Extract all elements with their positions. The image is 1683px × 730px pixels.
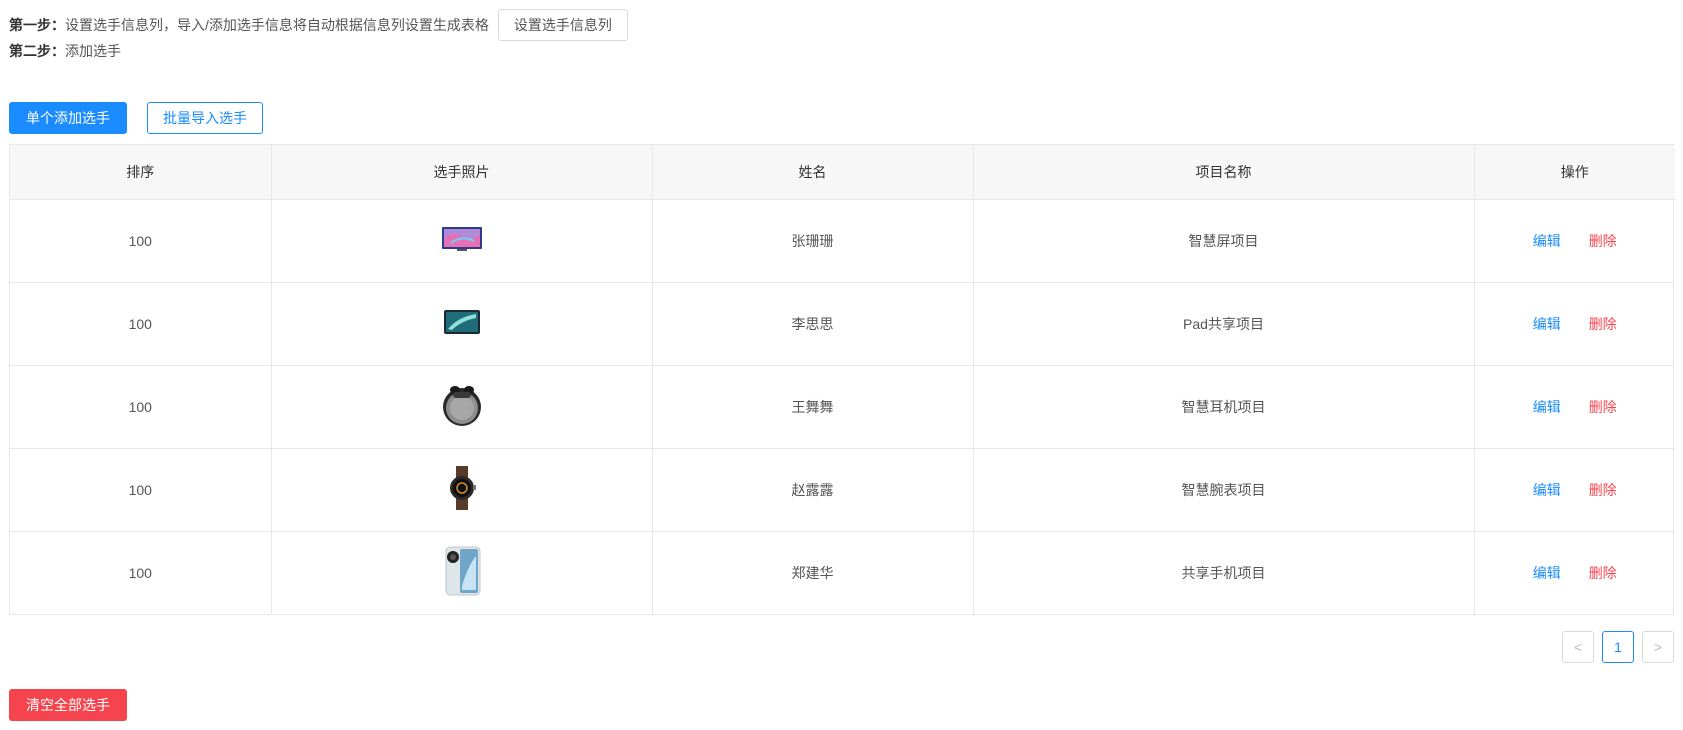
delete-link[interactable]: 删除 [1589, 233, 1617, 249]
edit-link[interactable]: 编辑 [1533, 399, 1561, 415]
watch-icon [448, 466, 476, 513]
step-1-label: 第一步： [9, 17, 65, 33]
column-header-photo: 选手照片 [271, 145, 653, 200]
table-header-row: 排序 选手照片 姓名 项目名称 操作 [10, 145, 1675, 200]
cell-name: 赵露露 [652, 448, 974, 532]
cell-photo [271, 282, 653, 366]
clear-all-button[interactable]: 清空全部选手 [9, 689, 127, 721]
delete-link[interactable]: 删除 [1589, 482, 1617, 498]
cell-name: 郑建华 [652, 531, 974, 614]
cell-photo [271, 448, 653, 532]
table-row: 100 郑建华 共享手机项目 编辑 删除 [10, 531, 1675, 614]
cell-project: 智慧屏项目 [973, 199, 1475, 283]
cell-order: 100 [10, 365, 272, 449]
pagination: < 1 > [1562, 631, 1674, 663]
edit-link[interactable]: 编辑 [1533, 233, 1561, 249]
cell-order: 100 [10, 448, 272, 532]
cell-actions: 编辑 删除 [1474, 365, 1675, 449]
table-row: 100 张珊珊 智慧屏项目 编辑 删除 [10, 199, 1675, 283]
step-2: 第二步： 添加选手 [9, 41, 628, 61]
step-1-text: 设置选手信息列，导入/添加选手信息将自动根据信息列设置生成表格 [65, 17, 489, 33]
phone-icon [442, 546, 482, 599]
cell-name: 李思思 [652, 282, 974, 366]
set-columns-button[interactable]: 设置选手信息列 [497, 9, 628, 41]
edit-link[interactable]: 编辑 [1533, 316, 1561, 332]
table-row: 100 王舞舞 智慧耳机项目 编辑 删除 [10, 365, 1675, 449]
delete-link[interactable]: 删除 [1589, 565, 1617, 581]
edit-link[interactable]: 编辑 [1533, 565, 1561, 581]
cell-name: 王舞舞 [652, 365, 974, 449]
cell-project: 智慧耳机项目 [973, 365, 1475, 449]
cell-project: 智慧腕表项目 [973, 448, 1475, 532]
edit-link[interactable]: 编辑 [1533, 482, 1561, 498]
column-header-actions: 操作 [1474, 145, 1675, 200]
step-2-label: 第二步： [9, 43, 65, 59]
players-table: 排序 选手照片 姓名 项目名称 操作 100 张珊珊 智慧屏项目 编辑 删除 1… [9, 144, 1675, 615]
cell-order: 100 [10, 282, 272, 366]
cell-photo [271, 365, 653, 449]
delete-link[interactable]: 删除 [1589, 399, 1617, 415]
steps-section: 第一步： 设置选手信息列，导入/添加选手信息将自动根据信息列设置生成表格 设置选… [9, 9, 628, 61]
table-row: 100 李思思 Pad共享项目 编辑 删除 [10, 282, 1675, 366]
tv-icon [441, 225, 483, 256]
earbuds-icon [441, 382, 483, 431]
page-1-button[interactable]: 1 [1602, 631, 1634, 663]
cell-actions: 编辑 删除 [1474, 282, 1675, 366]
cell-actions: 编辑 删除 [1474, 448, 1675, 532]
cell-actions: 编辑 删除 [1474, 199, 1675, 283]
cell-order: 100 [10, 199, 272, 283]
table-row: 100 赵露露 智慧腕表项目 编辑 删除 [10, 448, 1675, 532]
step-1: 第一步： 设置选手信息列，导入/添加选手信息将自动根据信息列设置生成表格 设置选… [9, 9, 628, 41]
column-header-order: 排序 [10, 145, 272, 200]
column-header-project: 项目名称 [973, 145, 1475, 200]
cell-project: Pad共享项目 [973, 282, 1475, 366]
next-page-button[interactable]: > [1642, 631, 1674, 663]
step-2-text: 添加选手 [65, 43, 121, 59]
cell-photo [271, 199, 653, 283]
batch-import-button[interactable]: 批量导入选手 [147, 102, 263, 134]
cell-photo [271, 531, 653, 614]
tablet-icon [443, 309, 481, 338]
cell-project: 共享手机项目 [973, 531, 1475, 614]
add-single-button[interactable]: 单个添加选手 [9, 102, 127, 134]
prev-page-button[interactable]: < [1562, 631, 1594, 663]
action-row: 单个添加选手 批量导入选手 [9, 102, 263, 134]
cell-actions: 编辑 删除 [1474, 531, 1675, 614]
delete-link[interactable]: 删除 [1589, 316, 1617, 332]
cell-order: 100 [10, 531, 272, 614]
cell-name: 张珊珊 [652, 199, 974, 283]
column-header-name: 姓名 [652, 145, 974, 200]
